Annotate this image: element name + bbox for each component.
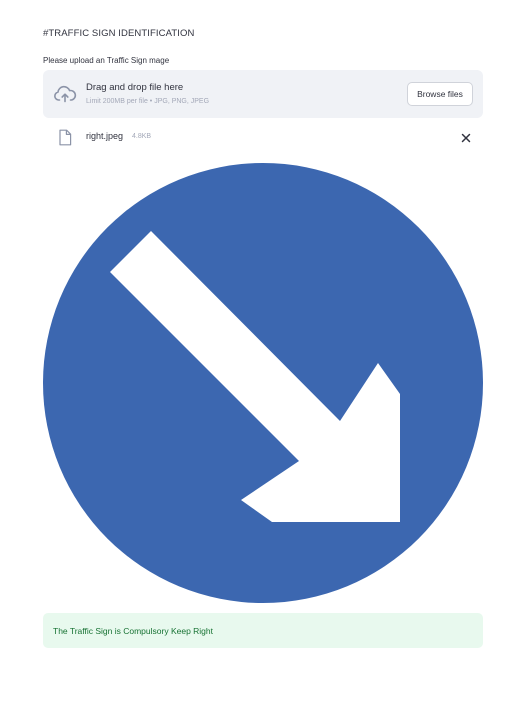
app-page: #TRAFFIC SIGN IDENTIFICATION Please uplo… [0, 0, 530, 706]
dropzone-title: Drag and drop file here [86, 82, 184, 93]
prediction-result-text: The Traffic Sign is Compulsory Keep Righ… [53, 626, 213, 636]
prediction-result-box: The Traffic Sign is Compulsory Keep Righ… [43, 613, 483, 648]
traffic-sign-image [43, 163, 483, 603]
close-icon [459, 133, 473, 148]
dropzone-limit-text: Limit 200MB per file • JPG, PNG, JPEG [86, 98, 210, 105]
file-icon [58, 129, 72, 146]
uploaded-file-size: 4.8KB [132, 133, 152, 140]
file-dropzone[interactable]: Drag and drop file here Limit 200MB per … [43, 70, 483, 118]
uploaded-file-name: right.jpeg [86, 131, 124, 141]
page-title: #TRAFFIC SIGN IDENTIFICATION [43, 28, 195, 39]
remove-file-button[interactable] [459, 131, 473, 145]
cloud-upload-icon [53, 83, 77, 105]
browse-files-button[interactable]: Browse files [407, 82, 473, 106]
uploaded-file-row: right.jpeg 4.8KB [43, 128, 483, 148]
uploader-label: Please upload an Traffic Sign mage [43, 56, 170, 65]
